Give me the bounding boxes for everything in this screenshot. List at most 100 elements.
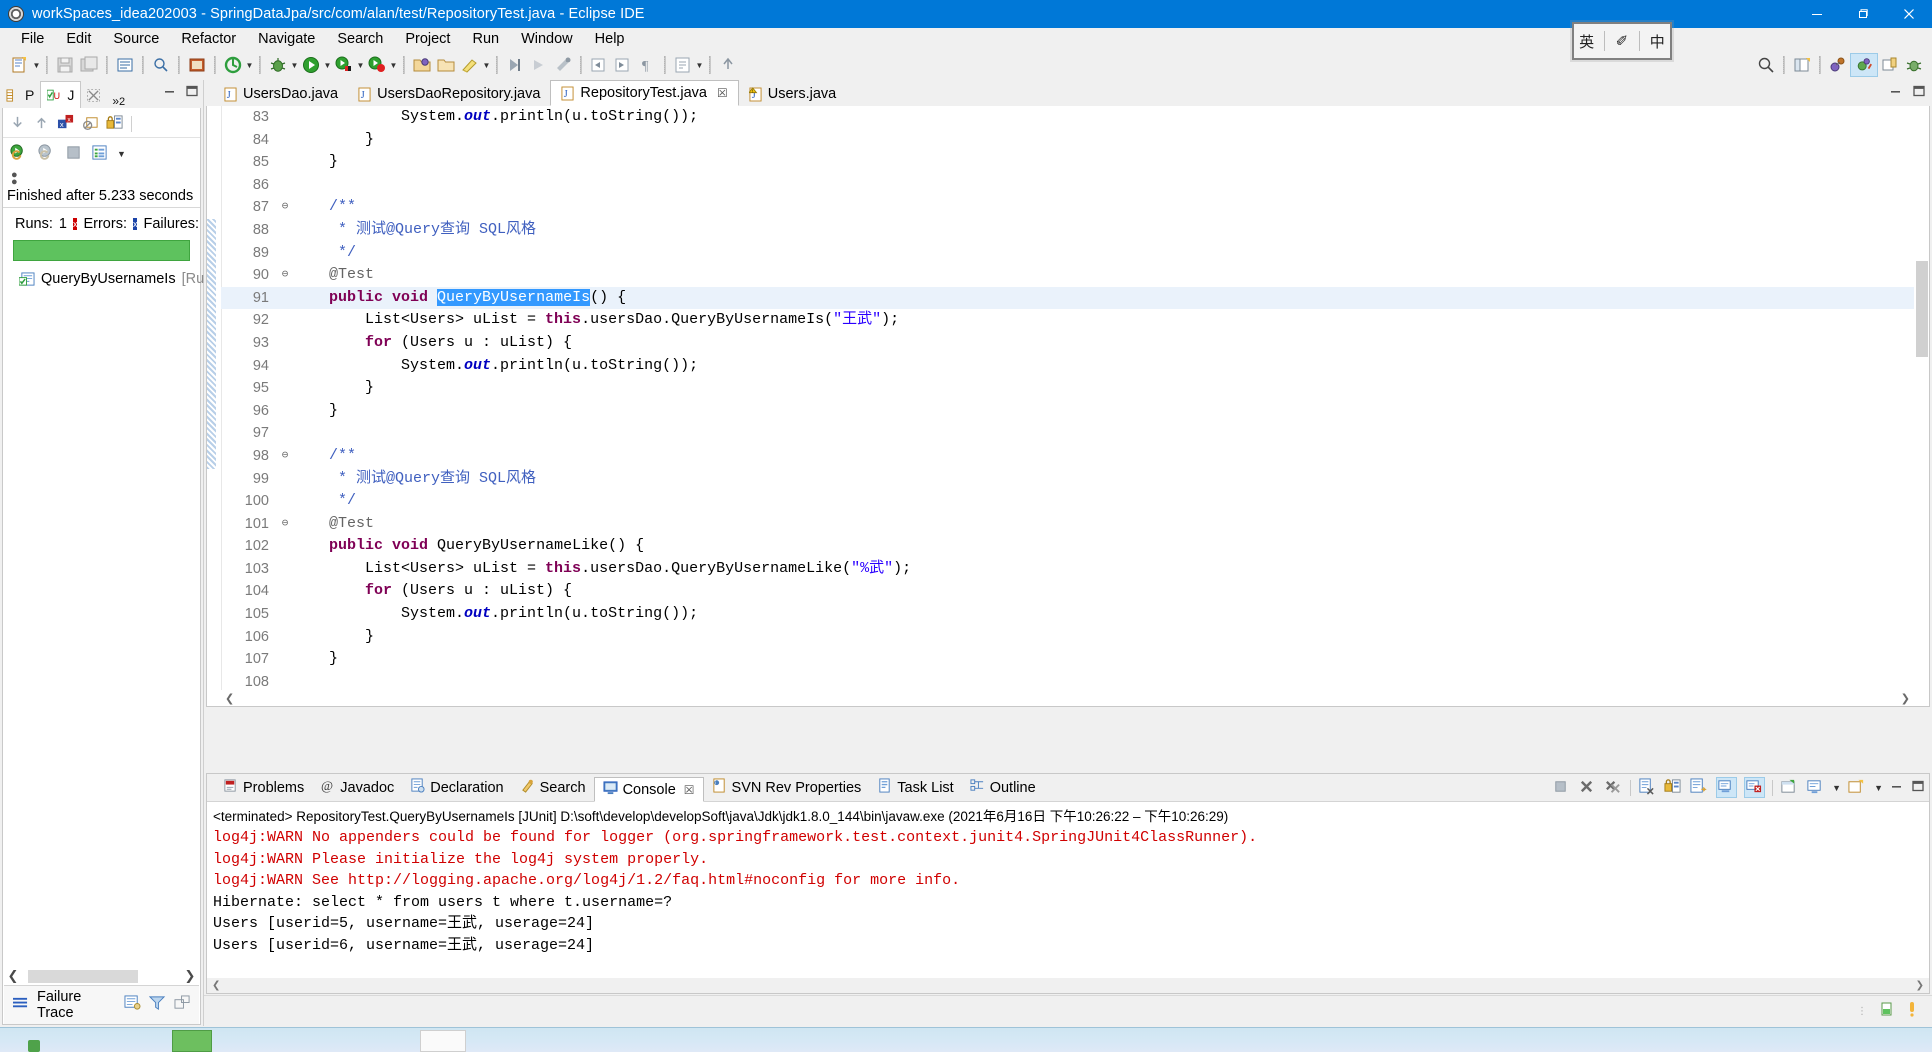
- back-button[interactable]: [587, 52, 611, 78]
- menu-search[interactable]: Search: [326, 29, 394, 49]
- editor-tab-usersdao[interactable]: J UsersDao.java: [214, 82, 348, 106]
- ime-chinese-mode[interactable]: 中: [1650, 31, 1665, 52]
- lock-scroll-icon[interactable]: [106, 114, 124, 135]
- maximize-button[interactable]: [1840, 0, 1886, 28]
- editor-tab-close-icon[interactable]: ☒: [717, 86, 728, 100]
- coverage-dropdown[interactable]: ▼: [389, 55, 398, 75]
- show-ignored-icon[interactable]: [82, 114, 99, 135]
- view-minimize-button[interactable]: [163, 84, 177, 102]
- code-line[interactable]: 105 System.out.println(u.toString());: [221, 603, 1914, 626]
- console-output-text[interactable]: log4j:WARN No appenders could be found f…: [207, 827, 1929, 956]
- open-perspective-button[interactable]: [1790, 52, 1814, 78]
- console-tab-close-icon[interactable]: ☒: [684, 783, 695, 797]
- restore-button[interactable]: [716, 52, 740, 78]
- junit-horizontal-scrollbar[interactable]: ❮ ❯: [4, 966, 199, 986]
- close-button[interactable]: [1886, 0, 1932, 28]
- console-tab-declaration[interactable]: Declaration: [402, 776, 511, 799]
- console-tab-outline[interactable]: Outline: [962, 776, 1044, 799]
- perspective-debug-button[interactable]: [1902, 52, 1926, 78]
- save-button[interactable]: [53, 52, 77, 78]
- scroll-left-icon[interactable]: ❮: [212, 980, 220, 991]
- print-button[interactable]: [113, 52, 137, 78]
- code-line[interactable]: 90 ⊖ @Test: [221, 264, 1914, 287]
- terminate-icon[interactable]: [1552, 778, 1571, 797]
- stop-icon[interactable]: [65, 144, 82, 165]
- code-line[interactable]: 92 List<Users> uList = this.usersDao.Que…: [221, 309, 1914, 332]
- code-line[interactable]: 84 }: [221, 129, 1914, 152]
- debug-dropdown[interactable]: ▼: [290, 55, 299, 75]
- code-line[interactable]: 99 * 测试@Query查询 SQL风格: [221, 468, 1914, 491]
- fold-collapse-icon[interactable]: ⊖: [277, 513, 293, 536]
- source-code-lines[interactable]: 83 System.out.println(u.toString()); 84 }…: [221, 106, 1914, 690]
- scroll-left-icon[interactable]: ❮: [4, 968, 22, 984]
- view-tabs-overflow[interactable]: » 2: [106, 94, 131, 108]
- editor-vertical-scrollbar[interactable]: [1914, 106, 1929, 706]
- fold-collapse-icon[interactable]: ⊖: [277, 196, 293, 219]
- next-failure-icon[interactable]: [9, 114, 26, 135]
- console-horizontal-scrollbar[interactable]: ❮ ❯: [207, 978, 1929, 993]
- compare-result-icon[interactable]: [124, 995, 141, 1015]
- pin-console-icon[interactable]: [1780, 778, 1799, 797]
- previous-annotation-button[interactable]: [503, 52, 527, 78]
- editor-horizontal-scrollbar[interactable]: ❮ ❯: [221, 690, 1914, 706]
- editor-scroll-thumb[interactable]: [1916, 261, 1928, 357]
- mark-occurrences-dropdown[interactable]: ▼: [695, 55, 704, 75]
- menu-refactor[interactable]: Refactor: [170, 29, 247, 49]
- view-menu-chevron-down-icon[interactable]: ▼: [117, 149, 126, 159]
- ime-indicator[interactable]: 英 ✐ 中: [1572, 22, 1672, 60]
- show-failures-only-icon[interactable]: xx: [57, 114, 75, 135]
- quick-access-search-icon[interactable]: [1754, 52, 1778, 78]
- menu-run[interactable]: Run: [461, 29, 510, 49]
- test-run-history-icon[interactable]: [91, 144, 108, 165]
- run-button[interactable]: [299, 52, 323, 78]
- scroll-right-icon[interactable]: ❯: [181, 968, 199, 984]
- code-line[interactable]: 97: [221, 422, 1914, 445]
- svn-dropdown[interactable]: ▼: [245, 55, 254, 75]
- debug-button[interactable]: [266, 52, 290, 78]
- minimize-button[interactable]: [1794, 0, 1840, 28]
- scroll-right-icon[interactable]: ❯: [1901, 692, 1910, 705]
- previous-failure-icon[interactable]: [33, 114, 50, 135]
- taskbar-item-eclipse[interactable]: [172, 1030, 212, 1052]
- code-line[interactable]: 106 }: [221, 626, 1914, 649]
- code-line[interactable]: 101 ⊖ @Test: [221, 513, 1914, 536]
- svn-commit-button[interactable]: [221, 52, 245, 78]
- menu-project[interactable]: Project: [394, 29, 461, 49]
- view-maximize-button[interactable]: [185, 84, 199, 102]
- external-tools-dropdown[interactable]: ▼: [356, 55, 365, 75]
- scroll-right-icon[interactable]: ❯: [1916, 980, 1924, 991]
- open-console-icon[interactable]: [1848, 778, 1867, 797]
- console-tab-javadoc[interactable]: @ Javadoc: [312, 776, 402, 799]
- rerun-failed-icon[interactable]: [37, 143, 56, 166]
- show-console-on-error-icon[interactable]: [1744, 777, 1766, 798]
- code-line[interactable]: 104 for (Users u : uList) {: [221, 580, 1914, 603]
- fold-collapse-icon[interactable]: ⊖: [277, 445, 293, 468]
- code-line[interactable]: 93 for (Users u : uList) {: [221, 332, 1914, 355]
- scroll-thumb[interactable]: [28, 969, 138, 983]
- menu-edit[interactable]: Edit: [55, 29, 102, 49]
- next-annotation-button[interactable]: [527, 52, 551, 78]
- code-line[interactable]: 83 System.out.println(u.toString());: [221, 106, 1914, 129]
- new-class-button[interactable]: [458, 52, 482, 78]
- show-whitespace-button[interactable]: ¶: [635, 52, 659, 78]
- junit-test-tree-item[interactable]: QueryByUsernameIs [Run: [3, 267, 212, 287]
- menu-help[interactable]: Help: [584, 29, 636, 49]
- code-line[interactable]: 102 public void QueryByUsernameLike() {: [221, 535, 1914, 558]
- scroll-left-icon[interactable]: ❮: [225, 692, 234, 705]
- status-heap-icon[interactable]: [1878, 1000, 1896, 1022]
- menu-window[interactable]: Window: [510, 29, 584, 49]
- save-all-button[interactable]: [77, 52, 101, 78]
- console-select-dropdown-icon[interactable]: ▼: [1832, 783, 1841, 793]
- maximize-failure-trace-icon[interactable]: [174, 995, 191, 1015]
- code-line[interactable]: 87 ⊖ /**: [221, 196, 1914, 219]
- console-minimize-button[interactable]: [1890, 779, 1904, 797]
- open-type-button[interactable]: [185, 52, 209, 78]
- rerun-test-icon[interactable]: [9, 143, 28, 166]
- toggle-mark-occurrences-button[interactable]: [671, 52, 695, 78]
- run-external-tools-button[interactable]: [332, 52, 356, 78]
- remove-launch-icon[interactable]: [1578, 778, 1597, 797]
- perspective-java-button[interactable]: [1826, 52, 1850, 78]
- code-line[interactable]: 103 List<Users> uList = this.usersDao.Qu…: [221, 558, 1914, 581]
- menu-navigate[interactable]: Navigate: [247, 29, 326, 49]
- perspective-java-ee-button[interactable]: [1850, 53, 1878, 77]
